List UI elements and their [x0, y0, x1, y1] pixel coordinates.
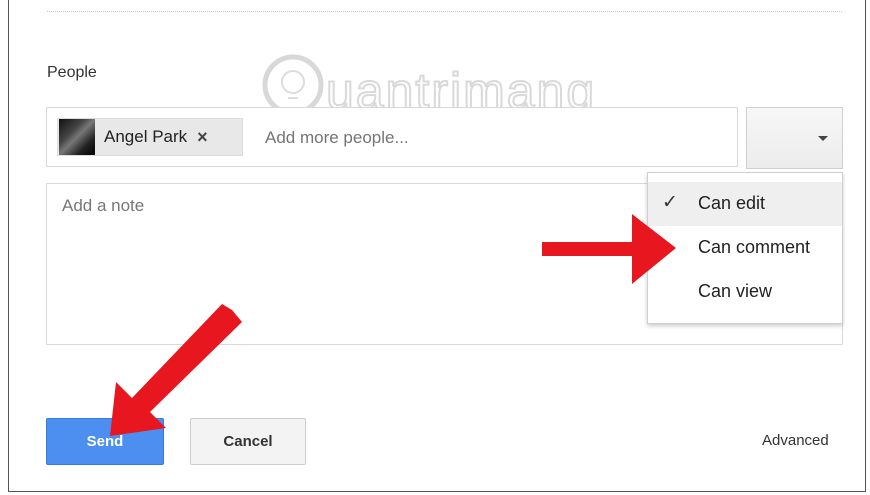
menu-item-label: Can edit	[698, 193, 766, 213]
cancel-button[interactable]: Cancel	[190, 418, 306, 465]
avatar	[59, 119, 95, 155]
permission-dropdown-button[interactable]	[746, 107, 843, 169]
people-input-field[interactable]: Angel Park ×	[46, 107, 738, 168]
note-placeholder: Add a note	[62, 196, 145, 215]
add-people-input[interactable]	[263, 108, 687, 168]
checkmark-icon: ✓	[662, 192, 678, 213]
permission-menu: ✓ Can edit Can comment Can view	[647, 172, 843, 324]
send-button[interactable]: Send	[46, 418, 164, 465]
menu-item-can-comment[interactable]: Can comment	[648, 226, 842, 270]
chevron-down-icon	[818, 136, 828, 141]
divider	[47, 11, 842, 12]
menu-item-can-view[interactable]: Can view	[648, 270, 842, 314]
close-icon[interactable]: ×	[197, 127, 208, 148]
person-chip: Angel Park ×	[57, 118, 243, 156]
chip-name: Angel Park	[104, 127, 188, 146]
advanced-link[interactable]: Advanced	[762, 432, 829, 449]
menu-item-can-edit[interactable]: ✓ Can edit	[648, 182, 842, 226]
people-label: People	[47, 64, 97, 81]
menu-item-label: Can view	[698, 281, 773, 301]
menu-item-label: Can comment	[698, 237, 811, 257]
